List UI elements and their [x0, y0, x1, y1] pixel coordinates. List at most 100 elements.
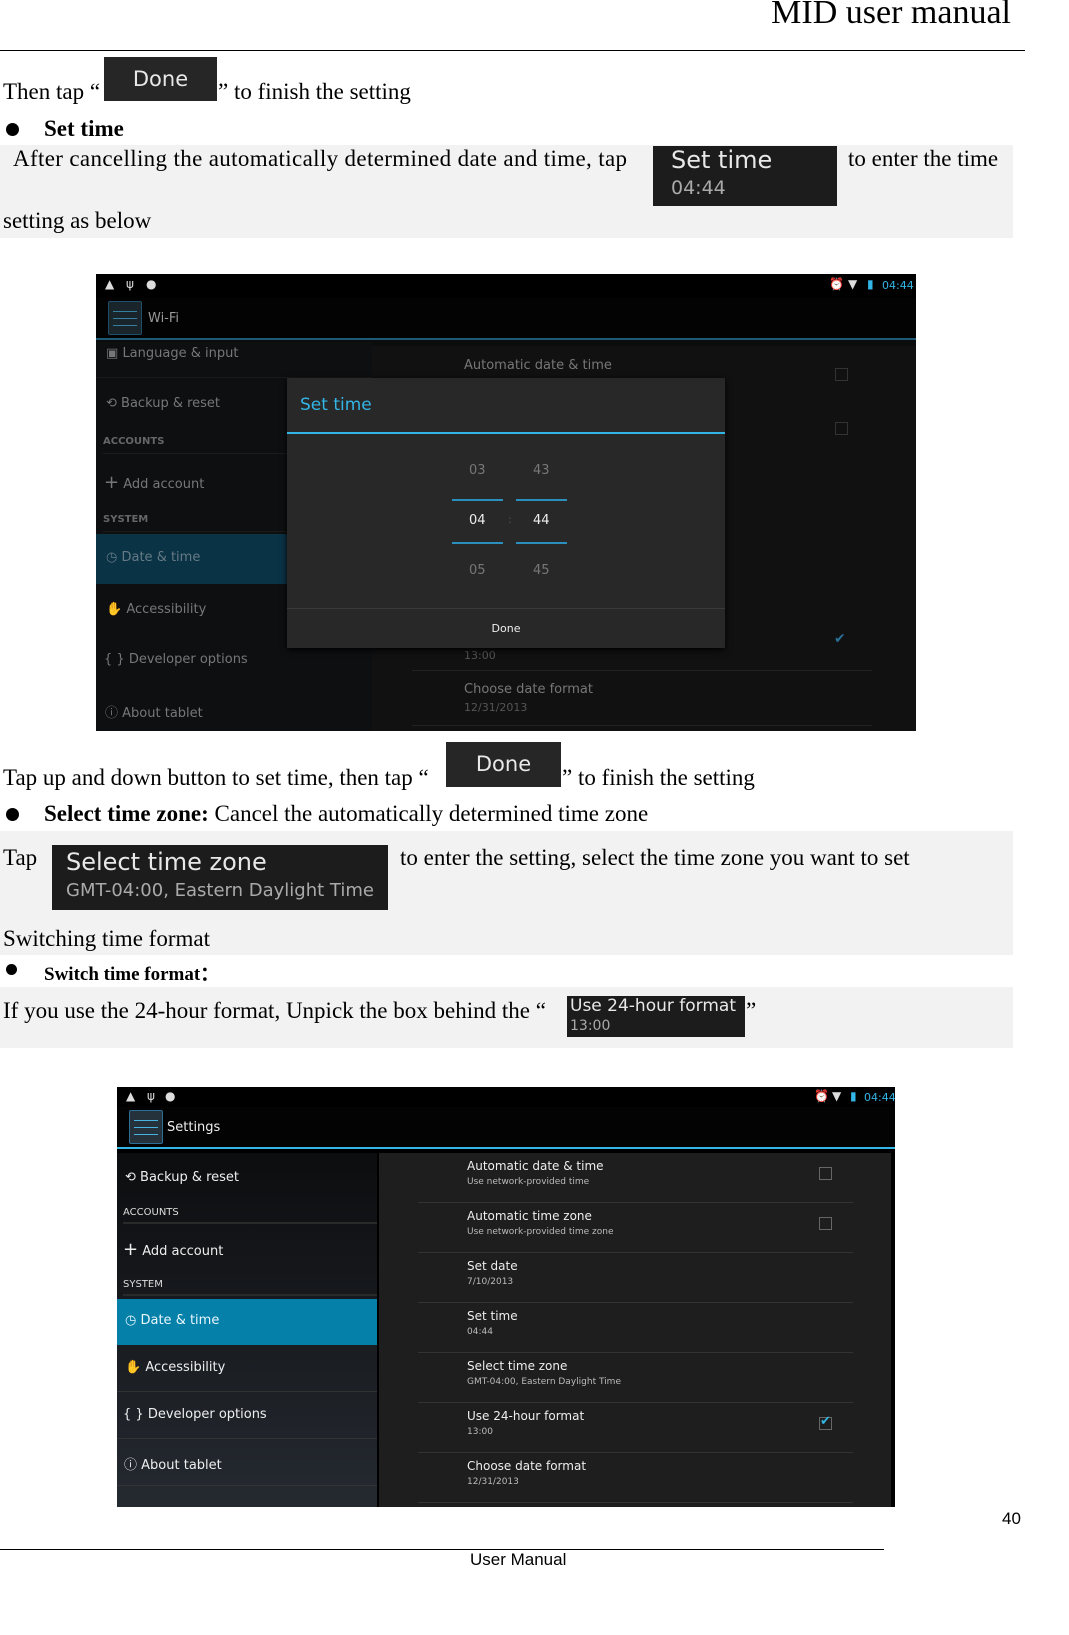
plus-icon: + [123, 1239, 139, 1260]
chip-title: Use 24-hour format [570, 996, 736, 1016]
alarm-icon: ⏰ [814, 1089, 829, 1103]
bullet-switch-time-format: Switch time format： [44, 964, 220, 985]
settings-row[interactable]: Choose date format 12/31/2013 [418, 1453, 853, 1503]
sidebar-item-about[interactable]: ⓘ About tablet [117, 1440, 377, 1486]
page-number: 40 [1002, 1509, 1021, 1528]
info-icon: ⓘ [124, 1458, 138, 1473]
sidebar-label: Developer options [128, 652, 248, 667]
settings-app-icon[interactable] [129, 1110, 163, 1144]
set-time-dialog: Set time 03 43 04 : 44 05 45 Done [287, 378, 725, 648]
check-icon: ✔ [820, 1414, 831, 1429]
chip-value: GMT-04:00, Eastern Daylight Time [66, 880, 374, 901]
para2-line2: setting as below [3, 208, 152, 233]
checkbox[interactable] [819, 1167, 832, 1180]
android-icon: ● [146, 277, 157, 291]
backup-icon: ⟲ [106, 396, 117, 411]
settings-row[interactable]: Automatic time zone Use network-provided… [418, 1203, 853, 1253]
sidebar-label: Language & input [122, 346, 239, 361]
bullet-set-time: Set time [44, 116, 124, 141]
row-24h-sub: 13:00 [464, 649, 496, 662]
set-time-chip: Set time 04:44 [653, 146, 837, 206]
sidebar-item-about[interactable]: ⓘ About tablet [105, 702, 203, 721]
select-time-zone-chip: Select time zone GMT-04:00, Eastern Dayl… [52, 845, 388, 910]
sidebar-item-accessibility[interactable]: ✋ Accessibility [106, 602, 206, 617]
hour-value[interactable]: 04 [469, 513, 486, 528]
sidebar-item-developer[interactable]: { } Developer options [104, 652, 248, 667]
checkbox-checked[interactable]: ✔ [819, 1414, 832, 1430]
row-subtitle: Use network-provided time zone [467, 1227, 614, 1237]
para5-before: If you use the 24-hour format, Unpick th… [3, 998, 546, 1023]
right-pane: Automatic date & time Use network-provid… [379, 1153, 891, 1507]
clock-icon: ◷ [106, 550, 118, 565]
hour-next[interactable]: 05 [469, 563, 486, 578]
braces-icon: { } [104, 652, 125, 667]
hand-icon: ✋ [125, 1360, 142, 1375]
usb-icon: ψ [126, 277, 134, 291]
footer-rule [0, 1549, 884, 1550]
sidebar-item-add-account[interactable]: + Add account [104, 472, 204, 493]
sidebar-item-add-account[interactable]: + Add account [123, 1239, 223, 1260]
sidebar-label: Accessibility [126, 602, 207, 617]
sidebar-item-backup[interactable]: ⟲ Backup & reset [106, 396, 220, 411]
sidebar-item-accessibility[interactable]: ✋ Accessibility [117, 1346, 377, 1392]
bullet-dot [6, 808, 19, 821]
minute-bottom-line [516, 542, 567, 544]
minute-value[interactable]: 44 [533, 513, 550, 528]
minute-next[interactable]: 45 [533, 563, 550, 578]
action-bar: Settings [117, 1107, 895, 1149]
status-bar: ▲ ψ ● ⏰ ▼ ▮ 04:44 [117, 1087, 895, 1107]
alarm-icon: ⏰ [829, 277, 844, 291]
para1-after: ” to finish the setting [218, 79, 411, 104]
action-bar-title: Wi-Fi [148, 311, 180, 326]
battery-icon: ▮ [867, 277, 874, 291]
row-subtitle: 04:44 [467, 1327, 493, 1337]
section-accounts: ACCOUNTS [123, 1207, 377, 1224]
row-automatic-date-time[interactable]: Automatic date & time [464, 358, 612, 373]
settings-row[interactable]: Use 24-hour format 13:00 ✔ [418, 1403, 853, 1453]
time-separator: : [508, 513, 512, 526]
checkbox[interactable] [819, 1217, 832, 1230]
minute-prev[interactable]: 43 [533, 463, 550, 478]
row-choose-date-format[interactable]: Choose date format [464, 682, 593, 697]
info-icon: ⓘ [105, 706, 119, 721]
settings-row[interactable]: Select time zone GMT-04:00, Eastern Dayl… [418, 1353, 853, 1403]
status-clock: 04:44 [882, 279, 914, 292]
bullet-dot [6, 123, 19, 136]
row-subtitle: Use network-provided time [467, 1177, 590, 1187]
sidebar-item-language[interactable]: ▣ Language & input [96, 342, 372, 378]
left-pane: ⟲ Backup & reset ACCOUNTS + Add account … [117, 1153, 377, 1507]
sidebar-label: Accessibility [145, 1360, 226, 1375]
dialog-done-button[interactable]: Done [287, 608, 725, 648]
header-rule [0, 50, 1025, 51]
settings-app-icon [108, 301, 142, 335]
row-title: Set time [467, 1309, 518, 1323]
chip-title: Set time [671, 146, 773, 174]
settings-row[interactable]: Set date 7/10/2013 [418, 1253, 853, 1303]
language-icon: ▣ [106, 346, 119, 361]
para2-after: to enter the time [848, 146, 999, 171]
bullet-dot [6, 964, 17, 975]
para5-after: ” [746, 998, 757, 1023]
sidebar-item-developer[interactable]: { } Developer options [117, 1393, 377, 1439]
para2-text: After cancelling the automatically deter… [13, 146, 628, 171]
checkbox-checked[interactable]: ✔ [834, 631, 846, 647]
done-button-image: Done [446, 742, 561, 787]
page-header-title: MID user manual [771, 0, 1011, 31]
settings-row[interactable]: Set time 04:44 [418, 1303, 853, 1353]
screenshot-set-time-dialog: ▲ ψ ● ⏰ ▼ ▮ 04:44 Wi-Fi ▣ Language & inp… [96, 274, 916, 731]
screenshot-date-time-settings: ▲ ψ ● ⏰ ▼ ▮ 04:44 Settings ⟲ Backup & re… [117, 1087, 895, 1507]
checkbox[interactable] [835, 368, 848, 381]
sidebar-item-backup[interactable]: ⟲ Backup & reset [125, 1170, 239, 1185]
sidebar-label: Date & time [121, 550, 201, 565]
hand-icon: ✋ [106, 602, 123, 617]
checkbox[interactable] [835, 422, 848, 435]
row-subtitle: 7/10/2013 [467, 1277, 514, 1287]
hour-top-line [452, 499, 503, 501]
hour-prev[interactable]: 03 [469, 463, 486, 478]
sidebar-item-date-time[interactable]: ◷ Date & time [117, 1299, 377, 1345]
row-subtitle: 13:00 [467, 1427, 493, 1437]
status-clock: 04:44 [864, 1091, 895, 1104]
backup-icon: ⟲ [125, 1170, 136, 1185]
row-date-format-sub: 12/31/2013 [464, 701, 528, 714]
settings-row[interactable]: Automatic date & time Use network-provid… [418, 1153, 853, 1203]
